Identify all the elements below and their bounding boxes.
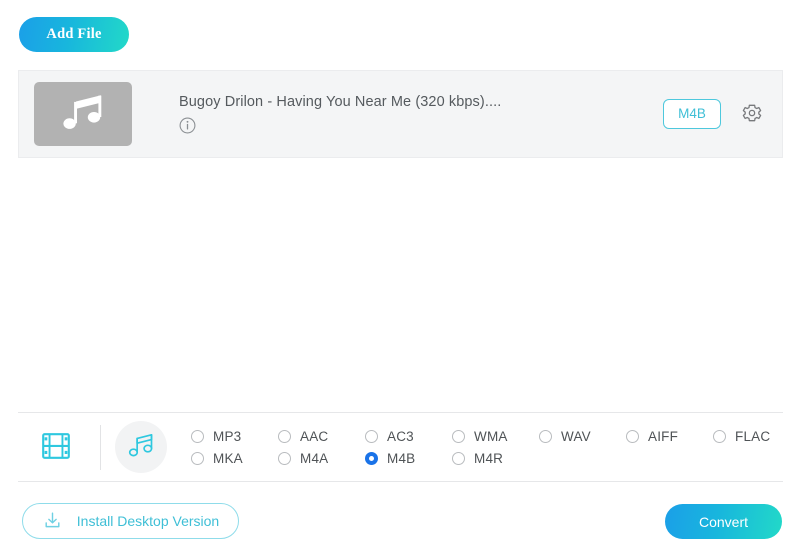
file-list: Bugoy Drilon - Having You Near Me (320 k… bbox=[0, 62, 800, 412]
install-desktop-version-button[interactable]: Install Desktop Version bbox=[22, 503, 239, 539]
media-type-tabs bbox=[0, 413, 169, 481]
radio-wma[interactable] bbox=[452, 430, 465, 444]
add-file-button[interactable]: Add File bbox=[19, 17, 129, 52]
tab-audio-active-circle bbox=[115, 421, 167, 473]
film-strip-icon bbox=[39, 429, 73, 466]
file-thumbnail bbox=[34, 82, 132, 146]
format-options: MP3 AAC AC3 WMA WAV AIFF FLAC MKA M4A M4… bbox=[191, 429, 800, 465]
radio-aiff[interactable] bbox=[626, 430, 639, 444]
format-label: M4R bbox=[474, 450, 504, 466]
format-label: M4B bbox=[387, 450, 416, 466]
format-option-ac3[interactable]: AC3 bbox=[365, 430, 452, 444]
format-option-m4r[interactable]: M4R bbox=[452, 450, 539, 466]
format-label: FLAC bbox=[735, 429, 771, 444]
toolbar: Add File bbox=[0, 0, 800, 62]
format-bar: MP3 AAC AC3 WMA WAV AIFF FLAC MKA M4A M4… bbox=[0, 413, 800, 481]
radio-flac[interactable] bbox=[713, 430, 726, 444]
file-settings-button[interactable] bbox=[740, 102, 764, 126]
file-name: Bugoy Drilon - Having You Near Me (320 k… bbox=[179, 94, 502, 110]
music-note-icon bbox=[60, 92, 106, 137]
format-label: M4A bbox=[300, 450, 329, 466]
format-option-mp3[interactable]: MP3 bbox=[191, 430, 278, 444]
format-option-aiff[interactable]: AIFF bbox=[626, 430, 713, 444]
music-note-icon bbox=[126, 432, 156, 463]
format-label: WMA bbox=[474, 429, 508, 444]
file-actions: M4B bbox=[663, 99, 764, 129]
radio-ac3[interactable] bbox=[365, 430, 378, 444]
format-label: MKA bbox=[213, 450, 243, 466]
radio-mp3[interactable] bbox=[191, 430, 204, 444]
format-option-mka[interactable]: MKA bbox=[191, 450, 278, 466]
format-row-2: MKA M4A M4B M4R bbox=[191, 450, 800, 466]
radio-wav[interactable] bbox=[539, 430, 552, 444]
format-option-m4a[interactable]: M4A bbox=[278, 450, 365, 466]
format-label: AAC bbox=[300, 429, 329, 444]
format-option-aac[interactable]: AAC bbox=[278, 430, 365, 444]
bottom-bar: Install Desktop Version Convert bbox=[0, 482, 800, 559]
radio-m4b[interactable] bbox=[365, 451, 378, 465]
tab-separator bbox=[100, 424, 101, 470]
format-label: AIFF bbox=[648, 429, 679, 444]
format-row-1: MP3 AAC AC3 WMA WAV AIFF FLAC bbox=[191, 430, 800, 444]
tab-video[interactable] bbox=[28, 419, 84, 475]
format-label: AC3 bbox=[387, 429, 414, 444]
radio-aac[interactable] bbox=[278, 430, 291, 444]
format-label: MP3 bbox=[213, 429, 242, 444]
format-option-m4b[interactable]: M4B bbox=[365, 450, 452, 466]
file-info: Bugoy Drilon - Having You Near Me (320 k… bbox=[179, 94, 663, 134]
download-icon bbox=[42, 510, 63, 533]
audio-converter-app: Add File Bugoy Drilon - Having You Near … bbox=[0, 0, 800, 559]
format-option-flac[interactable]: FLAC bbox=[713, 430, 800, 444]
convert-button[interactable]: Convert bbox=[665, 504, 782, 539]
info-icon[interactable] bbox=[179, 117, 196, 134]
radio-m4a[interactable] bbox=[278, 451, 291, 465]
format-option-wav[interactable]: WAV bbox=[539, 430, 626, 444]
tab-audio[interactable] bbox=[113, 419, 169, 475]
file-list-item[interactable]: Bugoy Drilon - Having You Near Me (320 k… bbox=[18, 70, 783, 158]
file-format-badge[interactable]: M4B bbox=[663, 99, 721, 129]
gear-icon bbox=[741, 102, 763, 127]
radio-m4r[interactable] bbox=[452, 451, 465, 465]
install-desktop-version-label: Install Desktop Version bbox=[76, 513, 220, 529]
format-option-wma[interactable]: WMA bbox=[452, 430, 539, 444]
radio-mka[interactable] bbox=[191, 451, 204, 465]
format-label: WAV bbox=[561, 429, 591, 444]
